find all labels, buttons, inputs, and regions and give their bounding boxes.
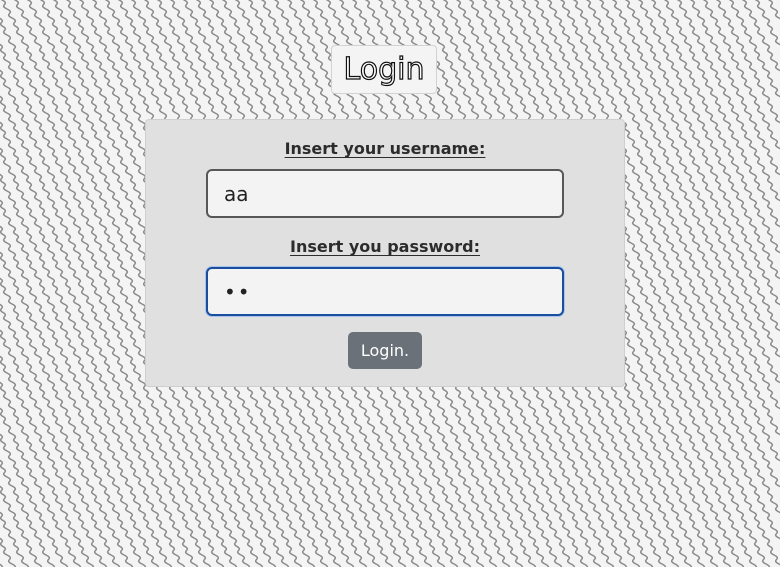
page-title: Login bbox=[343, 51, 425, 87]
password-input[interactable] bbox=[206, 267, 564, 316]
page-title-box: Login bbox=[331, 45, 437, 94]
password-label: Insert you password: bbox=[289, 237, 481, 256]
login-form: Insert your username: Insert you passwor… bbox=[145, 119, 625, 387]
username-label: Insert your username: bbox=[284, 139, 486, 158]
login-button[interactable]: Login. bbox=[348, 332, 422, 369]
username-input[interactable] bbox=[206, 169, 564, 218]
